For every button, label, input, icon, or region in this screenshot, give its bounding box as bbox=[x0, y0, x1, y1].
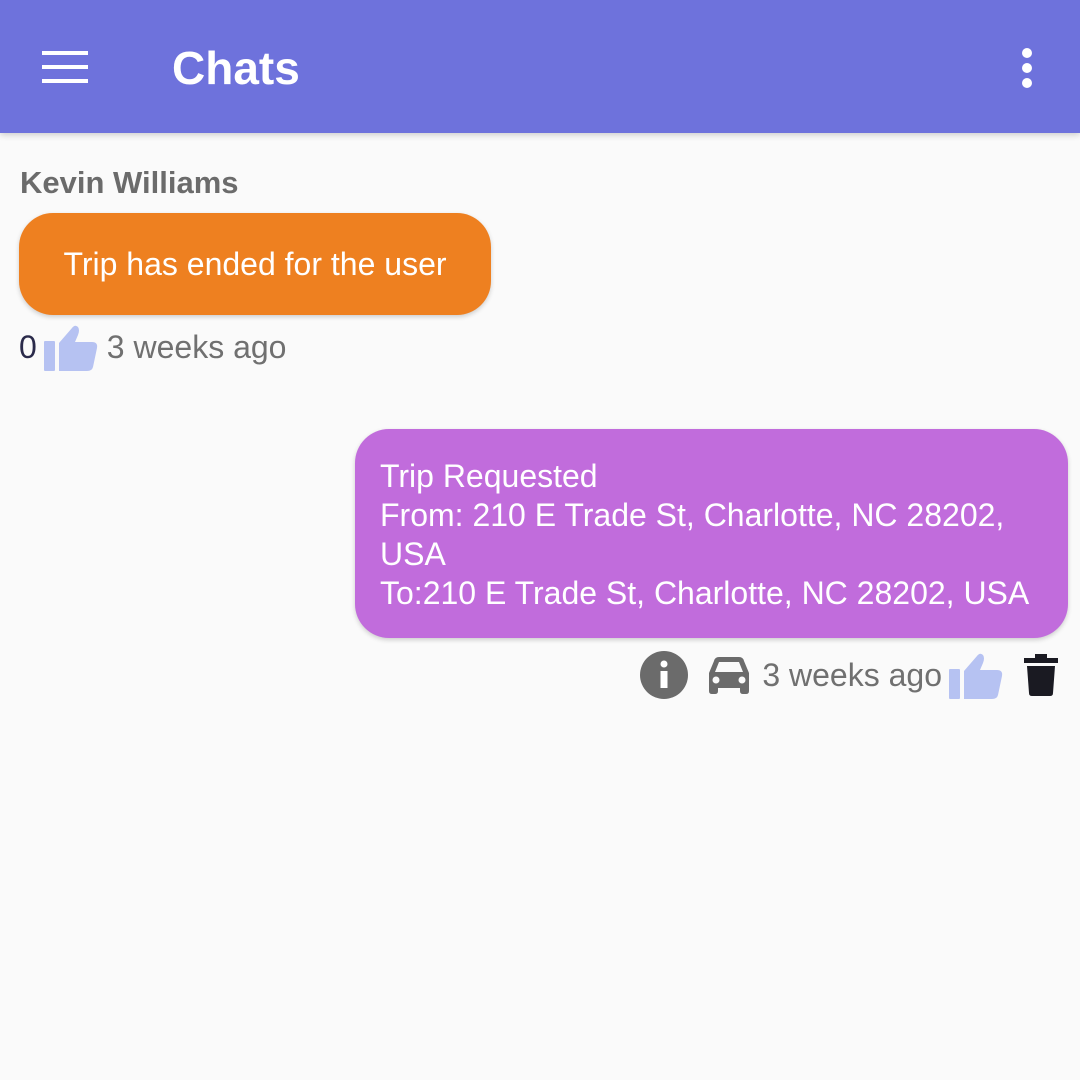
info-icon[interactable] bbox=[640, 651, 689, 699]
app-bar: Chats bbox=[0, 0, 1080, 133]
incoming-message-bubble[interactable]: Trip has ended for the user bbox=[19, 213, 491, 315]
hamburger-menu-icon[interactable] bbox=[30, 35, 100, 99]
more-vert-icon[interactable] bbox=[1002, 38, 1052, 98]
message-line: From: 210 E Trade St, Charlotte, NC 2820… bbox=[380, 497, 1005, 533]
message-line: To:210 E Trade St, Charlotte, NC 28202, … bbox=[380, 575, 1030, 611]
thumbs-up-icon[interactable] bbox=[43, 320, 99, 374]
thumbs-up-icon[interactable] bbox=[948, 648, 1004, 702]
message-line: USA bbox=[380, 536, 446, 572]
message-line: Trip Requested bbox=[380, 458, 598, 494]
sender-name: Kevin Williams bbox=[20, 165, 239, 200]
car-icon[interactable] bbox=[706, 655, 752, 695]
message-timestamp: 3 weeks ago bbox=[762, 656, 942, 693]
message-text: Trip has ended for the user bbox=[63, 246, 447, 282]
trash-icon[interactable] bbox=[1024, 654, 1058, 696]
incoming-message-meta: 0 3 weeks ago bbox=[19, 320, 286, 374]
outgoing-message-meta: 3 weeks ago bbox=[640, 645, 1058, 705]
message-timestamp: 3 weeks ago bbox=[106, 328, 287, 365]
page-title: Chats bbox=[172, 42, 300, 94]
like-count: 0 bbox=[19, 328, 37, 365]
outgoing-message-bubble[interactable]: Trip Requested From: 210 E Trade St, Cha… bbox=[355, 429, 1068, 638]
